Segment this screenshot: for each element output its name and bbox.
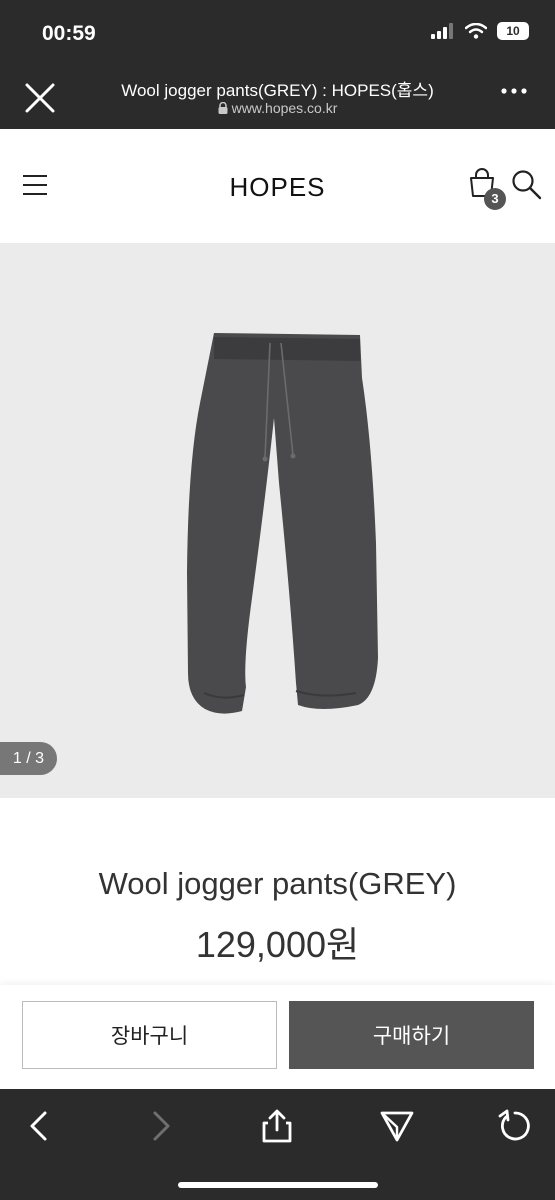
page-title: Wool jogger pants(GREY) : HOPES(홉스): [121, 81, 434, 100]
lock-icon: [218, 101, 228, 114]
wifi-icon: [465, 23, 487, 39]
url-domain: www.hopes.co.kr: [80, 100, 475, 116]
battery-level: 10: [506, 24, 520, 38]
share-icon[interactable]: [259, 1108, 295, 1144]
back-icon[interactable]: [22, 1108, 58, 1144]
product-image-gallery[interactable]: [0, 243, 555, 798]
home-indicator: [178, 1182, 378, 1188]
close-icon[interactable]: [22, 80, 58, 116]
status-time: 00:59: [42, 22, 96, 45]
buy-now-button[interactable]: 구매하기: [289, 1001, 534, 1069]
battery-icon: 10: [497, 22, 529, 40]
cart-count-badge: 3: [484, 188, 506, 210]
product-name: Wool jogger pants(GREY): [98, 866, 457, 901]
more-icon[interactable]: [501, 88, 527, 94]
send-icon[interactable]: [379, 1108, 415, 1144]
product-price: 129,000원: [195, 924, 360, 965]
forward-icon[interactable]: [142, 1108, 178, 1144]
reload-icon[interactable]: [497, 1108, 533, 1144]
browser-top-bar: 00:59 10 Wool jogger pants(GREY) : HOPES…: [0, 0, 555, 129]
signal-icon: [431, 23, 453, 39]
search-icon[interactable]: [510, 168, 542, 200]
add-to-cart-button[interactable]: 장바구니: [22, 1001, 277, 1069]
product-image: [187, 333, 378, 714]
image-page-indicator: 1 / 3: [0, 742, 57, 775]
pants-shape: [187, 333, 378, 714]
domain-text: www.hopes.co.kr: [231, 100, 338, 116]
status-indicators: 10: [431, 22, 529, 40]
